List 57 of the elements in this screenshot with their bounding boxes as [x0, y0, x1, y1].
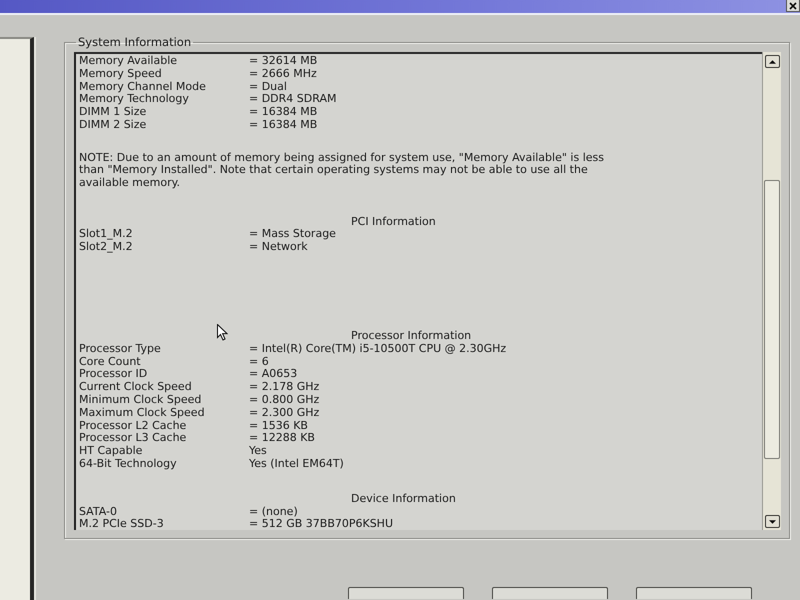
- section-heading: Processor Information: [351, 328, 472, 342]
- info-value: Yes: [249, 445, 267, 458]
- scrollbar[interactable]: [762, 52, 781, 530]
- info-value: = A0653: [249, 368, 298, 382]
- info-value: = 1536 KB: [249, 420, 308, 432]
- info-value: Yes (Intel EM64T): [249, 458, 344, 471]
- info-label: Slot2_M.2: [79, 241, 134, 254]
- info-label: HT Capable: [79, 445, 144, 458]
- section-heading: Device Information: [351, 492, 456, 505]
- info-label: Current Clock Speed: [79, 381, 193, 394]
- info-value: = 0.800 GHz: [249, 394, 320, 407]
- info-value: = 16384 MB: [249, 118, 318, 132]
- info-value: = Mass Storage: [249, 228, 336, 242]
- info-value: = 12288 KB: [249, 432, 315, 446]
- action-button[interactable]: [348, 587, 464, 599]
- down-arrow-icon: [768, 520, 776, 524]
- info-value: = 6: [249, 356, 269, 368]
- info-label: Memory Technology: [79, 93, 190, 106]
- info-value: = 2.300 GHz: [249, 406, 320, 420]
- info-label: Memory Channel Mode: [79, 80, 207, 94]
- info-value: = Intel(R) Core(TM) i5-10500T CPU @ 2.30GHz: [249, 342, 506, 356]
- scroll-down-button[interactable]: [764, 515, 780, 528]
- info-label: Memory Available: [79, 55, 178, 68]
- action-button[interactable]: [492, 587, 608, 599]
- info-value: = 2.178 GHz: [249, 381, 320, 394]
- info-label: Memory Speed: [79, 68, 163, 81]
- info-value: = DDR4 SDRAM: [249, 93, 336, 106]
- section-heading: PCI Information: [351, 214, 436, 228]
- info-value: = 32614 MB: [249, 55, 318, 68]
- info-label: Maximum Clock Speed: [79, 406, 206, 420]
- info-label: DIMM 1 Size: [79, 106, 148, 119]
- action-button[interactable]: [636, 587, 752, 599]
- info-value: = 16384 MB: [249, 106, 318, 119]
- info-value: = Network: [249, 241, 308, 254]
- note-text: NOTE: Due to an amount of memory being assigned for system use, "Memory Available" is less than "Memory Installed". Note that certain operating systems may not be able to use all the available memory.: [79, 152, 605, 190]
- info-value: = 512 GB 37BB70P6KSHU: [249, 518, 394, 532]
- group-box-title: System Information: [77, 36, 192, 49]
- info-value: = Dual: [249, 80, 287, 94]
- info-label: Processor L3 Cache: [79, 432, 188, 446]
- info-label: Processor ID: [79, 368, 148, 382]
- close-button[interactable]: [786, 0, 800, 12]
- mouse-pointer-icon: [217, 324, 228, 341]
- info-label: 64-Bit Technology: [79, 458, 178, 471]
- info-label: Core Count: [79, 356, 142, 368]
- info-label: DIMM 2 Size: [79, 118, 148, 132]
- close-icon: [789, 2, 797, 10]
- info-value: = (none): [249, 506, 298, 518]
- info-label: Processor Type: [79, 342, 162, 356]
- up-arrow-icon: [768, 60, 776, 64]
- scroll-up-button[interactable]: [764, 55, 780, 68]
- info-label: Processor L2 Cache: [79, 420, 188, 432]
- info-value: = 2666 MHz: [249, 68, 317, 81]
- info-label: Slot1_M.2: [79, 228, 134, 242]
- info-label: Minimum Clock Speed: [79, 394, 202, 407]
- info-label: SATA-0: [79, 506, 118, 518]
- scrollbar-thumb[interactable]: [764, 180, 780, 459]
- info-label: M.2 PCIe SSD-3: [79, 518, 165, 532]
